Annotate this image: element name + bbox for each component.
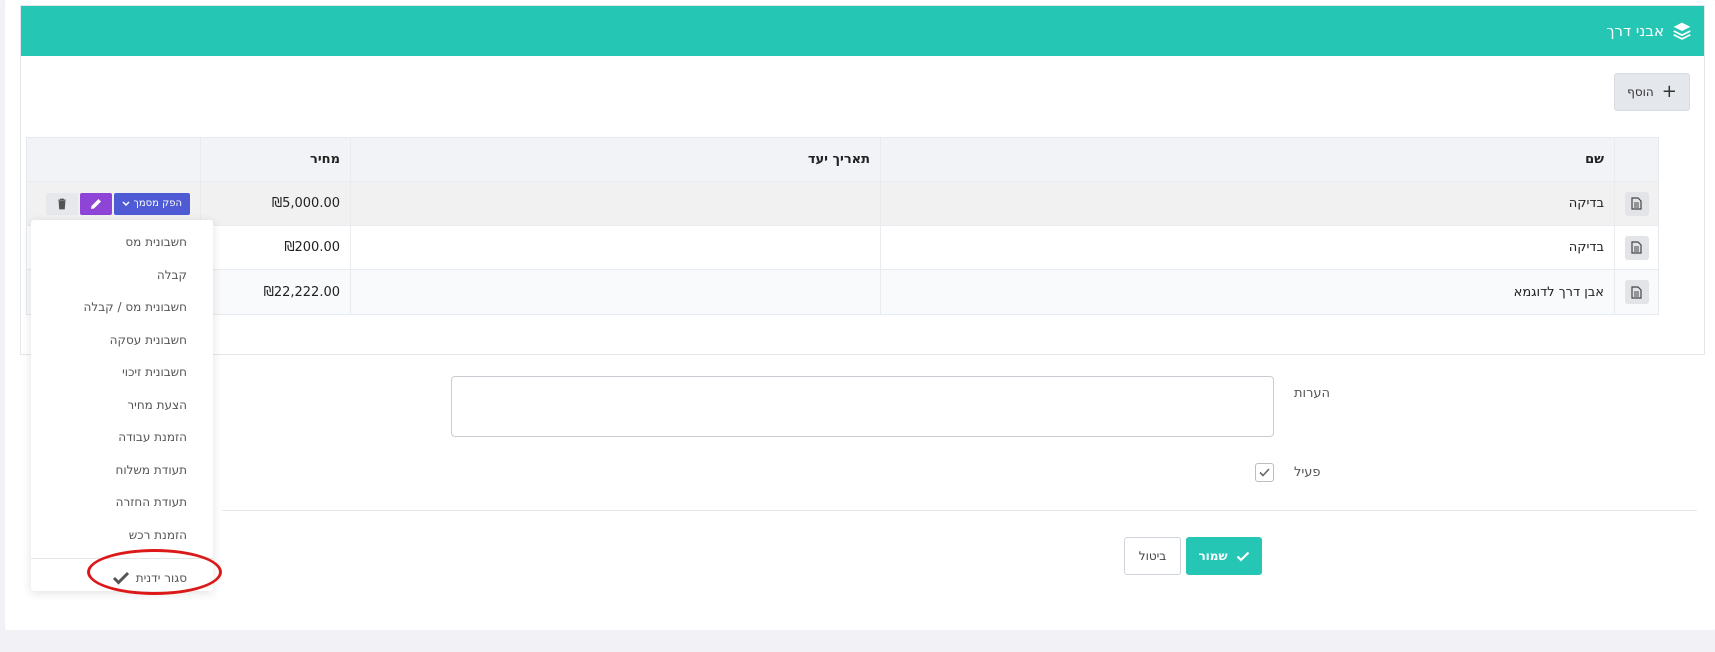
menu-item-credit-invoice[interactable]: חשבונית זיכוי: [31, 356, 213, 389]
pencil-icon: [90, 198, 101, 209]
table-row[interactable]: בדיקה ₪5,000.00 הפק מסמך: [27, 182, 1658, 226]
cancel-button-label: ביטול: [1138, 549, 1167, 563]
active-checkbox[interactable]: [1255, 463, 1274, 482]
notes-label: הערות: [1294, 386, 1331, 401]
layers-icon: [1673, 22, 1691, 40]
menu-item-close-manually[interactable]: סגור ידנית: [31, 562, 213, 594]
chevron-down-icon: [121, 200, 130, 206]
produce-document-menu: חשבונית מס קבלה חשבונית מס / קבלה חשבוני…: [31, 220, 213, 591]
check-icon: [1236, 551, 1249, 562]
table-row[interactable]: אבן דרך לדוגמא ₪22,222.00: [27, 270, 1658, 314]
active-label: פעיל: [1294, 465, 1321, 480]
menu-item-purchase-order[interactable]: הזמנת רכש: [31, 519, 213, 552]
delete-button[interactable]: [45, 192, 78, 215]
row-name: אבן דרך לדוגמא: [880, 270, 1614, 314]
edit-button[interactable]: [79, 192, 112, 215]
row-target-date: [350, 226, 880, 269]
document-icon[interactable]: [1624, 191, 1649, 216]
row-target-date: [350, 270, 880, 314]
add-button[interactable]: + הוסף: [1614, 73, 1690, 111]
notes-textarea[interactable]: [451, 376, 1274, 437]
row-name: בדיקה: [880, 226, 1614, 269]
header-target-date[interactable]: תאריך יעד: [350, 138, 880, 181]
row-price: ₪5,000.00: [200, 182, 350, 225]
menu-divider: [31, 558, 213, 559]
panel-title: אבני דרך: [1606, 22, 1664, 40]
panel-header: אבני דרך: [21, 6, 1704, 56]
row-icon-cell: [1614, 182, 1658, 225]
header-actions: [27, 138, 200, 181]
save-button[interactable]: שמור: [1186, 537, 1262, 575]
row-icon-cell: [1614, 226, 1658, 269]
menu-item-work-order[interactable]: הזמנת עבודה: [31, 421, 213, 454]
plus-icon: +: [1661, 81, 1677, 102]
milestones-table: שם תאריך יעד מחיר בדיקה ₪5,000.00 הפק מס…: [26, 137, 1659, 315]
check-icon: [112, 571, 129, 585]
add-button-label: הוסף: [1627, 85, 1654, 99]
close-manually-label: סגור ידנית: [135, 571, 187, 585]
menu-item-delivery-note[interactable]: תעודת משלוח: [31, 454, 213, 487]
menu-item-return-note[interactable]: תעודת החזרה: [31, 486, 213, 519]
row-price: ₪200.00: [200, 226, 350, 269]
row-actions: הפק מסמך: [27, 182, 200, 225]
row-target-date: [350, 182, 880, 225]
table-header-row: שם תאריך יעד מחיר: [27, 138, 1658, 182]
row-price: ₪22,222.00: [200, 270, 350, 314]
header-icon-cell: [1614, 138, 1658, 181]
check-icon: [1259, 468, 1270, 477]
row-icon-cell: [1614, 270, 1658, 314]
menu-item-transaction-invoice[interactable]: חשבונית עסקה: [31, 324, 213, 357]
header-price[interactable]: מחיר: [200, 138, 350, 181]
produce-document-button[interactable]: הפק מסמך: [113, 192, 190, 215]
trash-icon: [57, 198, 66, 209]
row-name: בדיקה: [880, 182, 1614, 225]
menu-item-receipt[interactable]: קבלה: [31, 259, 213, 292]
produce-document-label: הפק מסמך: [133, 198, 183, 209]
menu-item-tax-invoice-receipt[interactable]: חשבונית מס / קבלה: [31, 291, 213, 324]
table-row[interactable]: בדיקה ₪200.00: [27, 226, 1658, 270]
header-name[interactable]: שם: [880, 138, 1614, 181]
menu-item-tax-invoice[interactable]: חשבונית מס: [31, 226, 213, 259]
form-divider: [222, 510, 1697, 511]
save-button-label: שמור: [1198, 549, 1228, 563]
document-icon[interactable]: [1624, 235, 1649, 260]
document-icon[interactable]: [1624, 280, 1649, 304]
cancel-button[interactable]: ביטול: [1124, 537, 1181, 575]
menu-item-price-quote[interactable]: הצעת מחיר: [31, 389, 213, 422]
